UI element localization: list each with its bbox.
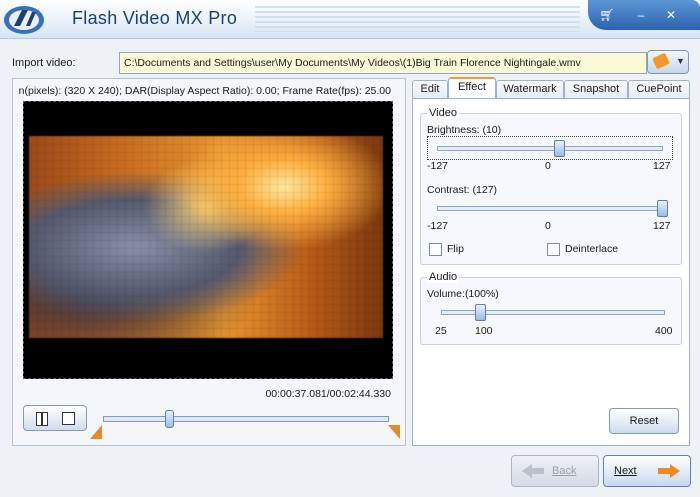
next-button[interactable]: Next: [603, 455, 691, 487]
contrast-mid: 0: [545, 220, 551, 232]
window-controls: 🛒︎ – ✕: [588, 0, 700, 30]
brightness-mid: 0: [545, 160, 551, 172]
arrow-left-icon: [522, 464, 544, 478]
time-readout: 00:00:37.081/00:02:44.330: [265, 388, 391, 400]
video-info-text: n(pixels): (320 X 240); DAR(Display Aspe…: [18, 85, 391, 97]
stop-icon[interactable]: [62, 412, 75, 425]
effect-panel: Video Brightness: (10) -127 0 127 Contra…: [412, 98, 690, 446]
pause-icon[interactable]: [36, 412, 48, 426]
volume-label: Volume:(100%): [427, 288, 499, 300]
back-button[interactable]: Back: [511, 455, 599, 487]
close-icon[interactable]: ✕: [662, 7, 680, 23]
app-logo-icon: [4, 6, 44, 34]
preview-panel: n(pixels): (320 X 240); DAR(Display Aspe…: [12, 78, 406, 446]
brightness-label: Brightness: (10): [427, 124, 502, 136]
next-label: Next: [614, 465, 637, 477]
deinterlace-checkbox[interactable]: [547, 243, 560, 256]
volume-tick-min: 25: [435, 325, 447, 337]
video-info-strip: n(pixels): (320 X 240); DAR(Display Aspe…: [13, 81, 403, 101]
volume-thumb[interactable]: [474, 304, 486, 321]
brightness-slider[interactable]: [437, 140, 663, 157]
app-window: Flash Video MX Pro 🛒︎ – ✕ Import video: …: [0, 0, 700, 497]
contrast-thumb[interactable]: [657, 200, 668, 217]
contrast-slider[interactable]: [437, 200, 668, 217]
mark-out-handle[interactable]: [388, 425, 400, 439]
title-decoration: [255, 6, 580, 32]
volume-slider[interactable]: [441, 304, 665, 321]
tab-edit[interactable]: Edit: [412, 80, 448, 99]
volume-tick-max: 400: [655, 325, 673, 337]
video-group-title: Video: [427, 107, 459, 119]
mark-in-handle[interactable]: [90, 425, 102, 439]
window-title: Flash Video MX Pro: [72, 8, 238, 28]
brightness-thumb[interactable]: [553, 140, 565, 157]
brightness-min: -127: [427, 160, 449, 172]
video-group: Video Brightness: (10) -127 0 127 Contra…: [420, 107, 682, 265]
contrast-label: Contrast: (127): [427, 184, 498, 196]
playback-controls[interactable]: [23, 405, 87, 431]
title-bar[interactable]: Flash Video MX Pro 🛒︎ – ✕: [0, 0, 700, 39]
contrast-max: 127: [653, 220, 671, 232]
brightness-max: 127: [653, 160, 671, 172]
seek-thumb[interactable]: [165, 410, 175, 428]
tab-cuepoint[interactable]: CuePoint: [628, 80, 690, 99]
tag-icon: [652, 52, 670, 70]
volume-tick-mid: 100: [475, 325, 493, 337]
cart-icon[interactable]: 🛒︎: [598, 7, 616, 23]
back-label: Back: [552, 465, 577, 477]
video-frame-image: [29, 136, 383, 338]
audio-group: Audio Volume:(100%) 25 100 400: [420, 271, 682, 345]
deinterlace-label: Deinterlace: [565, 243, 619, 255]
reset-button[interactable]: Reset: [609, 408, 679, 434]
contrast-min: -127: [427, 220, 449, 232]
arrow-right-icon: [658, 464, 680, 478]
audio-group-title: Audio: [427, 271, 460, 283]
seek-slider[interactable]: [103, 410, 389, 428]
tab-watermark[interactable]: Watermark: [496, 80, 564, 99]
import-path-field[interactable]: C:\Documents and Settings\user\My Docume…: [119, 52, 647, 74]
browse-button[interactable]: ▼: [647, 50, 689, 74]
chevron-down-icon: ▼: [676, 56, 685, 66]
flip-label: Flip: [447, 243, 464, 255]
minimize-icon[interactable]: –: [632, 7, 650, 23]
video-preview[interactable]: [23, 101, 393, 379]
import-video-label: Import video:: [12, 57, 76, 69]
tab-snapshot[interactable]: Snapshot: [564, 80, 628, 99]
flip-checkbox[interactable]: [429, 243, 442, 256]
